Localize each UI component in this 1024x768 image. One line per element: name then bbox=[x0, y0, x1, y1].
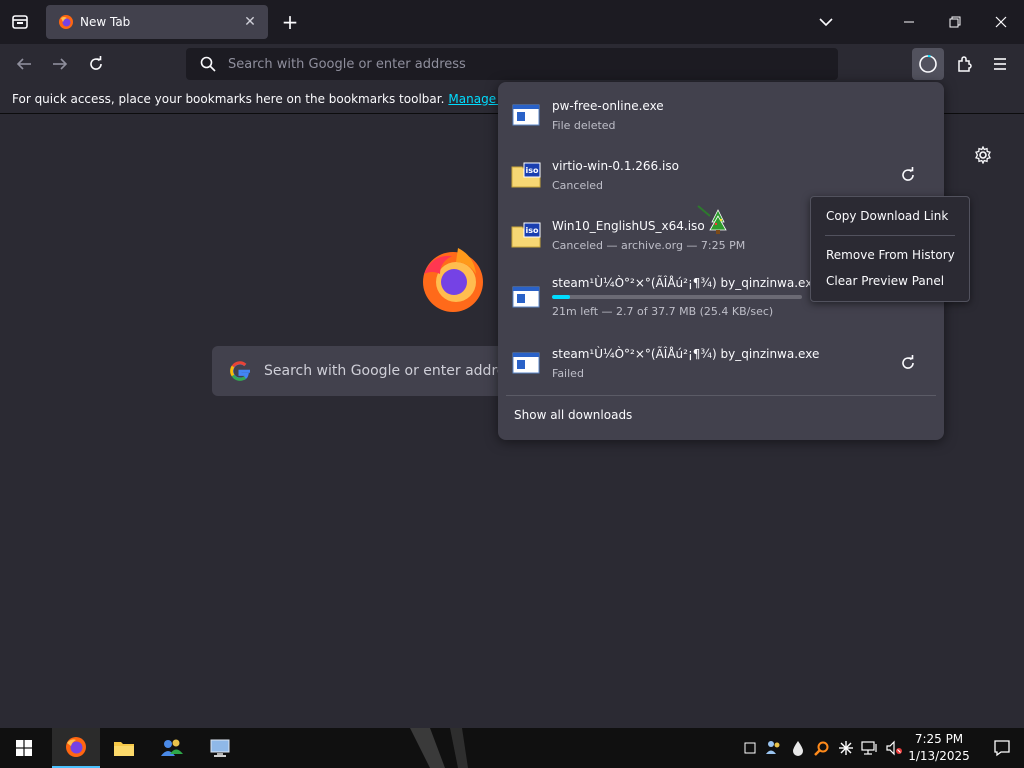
url-input[interactable] bbox=[228, 56, 788, 72]
wallpaper-silhouette bbox=[410, 728, 468, 768]
download-filename: pw-free-online.exe bbox=[552, 98, 664, 113]
restore-button[interactable] bbox=[932, 0, 978, 44]
minimize-icon bbox=[904, 21, 914, 23]
close-window-button[interactable] bbox=[978, 0, 1024, 44]
folder-icon bbox=[114, 742, 134, 756]
clear-preview-panel-menu-item[interactable]: Clear Preview Panel bbox=[811, 268, 969, 294]
download-status: Failed bbox=[552, 366, 584, 380]
tray-network-icon[interactable] bbox=[860, 738, 880, 758]
iso-file-icon: iso bbox=[511, 162, 541, 188]
retry-icon bbox=[902, 355, 914, 369]
tab-new-tab[interactable]: New Tab ✕ bbox=[46, 5, 268, 39]
reload-button[interactable] bbox=[82, 50, 110, 78]
square-icon bbox=[744, 742, 756, 754]
firefox-favicon-icon bbox=[59, 15, 73, 29]
exe-file-icon bbox=[512, 286, 540, 308]
speaker-muted-icon bbox=[886, 740, 902, 756]
taskbar-users-app[interactable] bbox=[148, 728, 196, 768]
tab-strip: New Tab ✕ + bbox=[0, 0, 1024, 44]
reload-icon bbox=[90, 56, 102, 70]
gear-icon bbox=[975, 146, 991, 164]
back-button[interactable] bbox=[10, 50, 38, 78]
notification-icon bbox=[994, 740, 1010, 757]
downloads-button[interactable] bbox=[912, 48, 944, 80]
start-button[interactable] bbox=[0, 728, 48, 768]
tray-volume-icon[interactable] bbox=[884, 738, 904, 758]
download-item[interactable]: pw-free-online.exe File deleted bbox=[506, 86, 936, 144]
tab-close-button[interactable]: ✕ bbox=[238, 10, 262, 34]
users-icon bbox=[161, 739, 183, 756]
magnifier-icon bbox=[814, 741, 829, 756]
tab-title: New Tab bbox=[80, 15, 131, 29]
google-g-icon bbox=[230, 361, 250, 381]
taskbar-firefox[interactable] bbox=[52, 728, 100, 768]
url-bar[interactable] bbox=[186, 48, 838, 80]
download-filename: steam¹Ù¼Ò°²×°(ÃÎÅú²¡¶¾) by_qinzinwa.exe bbox=[552, 346, 820, 361]
remove-from-history-menu-item[interactable]: Remove From History bbox=[811, 242, 969, 268]
taskbar-remote-desktop[interactable] bbox=[196, 728, 244, 768]
tree-cursor-icon bbox=[697, 205, 727, 234]
clock-time: 7:25 PM bbox=[914, 732, 964, 746]
forward-arrow-icon bbox=[53, 58, 68, 70]
retry-download-button[interactable] bbox=[894, 349, 922, 377]
tray-tablet-icon[interactable] bbox=[740, 738, 760, 758]
svg-text:iso: iso bbox=[526, 226, 540, 235]
action-center-button[interactable] bbox=[980, 728, 1024, 768]
clock-date: 1/13/2025 bbox=[908, 749, 970, 763]
hamburger-menu-icon bbox=[994, 58, 1006, 70]
tray-search-tool-icon[interactable] bbox=[812, 738, 832, 758]
minimize-button[interactable] bbox=[886, 0, 932, 44]
search-icon bbox=[200, 56, 216, 72]
list-all-tabs-button[interactable] bbox=[814, 10, 838, 34]
bookmarks-hint-text: For quick access, place your bookmarks h… bbox=[12, 91, 445, 106]
menu-separator bbox=[825, 235, 955, 236]
personalize-settings-button[interactable] bbox=[972, 144, 994, 166]
firefox-icon bbox=[66, 737, 86, 757]
windows-taskbar: 7:25 PM 1/13/2025 bbox=[0, 728, 1024, 768]
close-icon bbox=[995, 16, 1007, 28]
back-arrow-icon bbox=[16, 58, 31, 70]
download-context-menu: Copy Download Link Remove From History C… bbox=[810, 196, 970, 302]
network-monitor-icon bbox=[861, 741, 877, 755]
download-status: Canceled bbox=[552, 178, 604, 192]
chevron-down-icon bbox=[819, 18, 833, 27]
download-progress-bar bbox=[552, 295, 802, 299]
tray-drop-icon[interactable] bbox=[788, 738, 808, 758]
water-drop-icon bbox=[793, 741, 803, 756]
people-icon bbox=[766, 741, 780, 754]
download-status: File deleted bbox=[552, 118, 616, 132]
show-all-downloads-button[interactable]: Show all downloads bbox=[514, 408, 632, 422]
extensions-button[interactable] bbox=[950, 50, 978, 78]
download-status: 21m left — 2.7 of 37.7 MB (25.4 KB/sec) bbox=[552, 305, 774, 318]
monitor-icon bbox=[210, 739, 230, 757]
download-item[interactable]: steam¹Ù¼Ò°²×°(ÃÎÅú²¡¶¾) by_qinzinwa.exe … bbox=[506, 334, 936, 392]
retry-download-button[interactable] bbox=[894, 161, 922, 189]
firefox-view-icon bbox=[12, 15, 28, 29]
firefox-view-button[interactable] bbox=[8, 10, 32, 34]
copy-download-link-menu-item[interactable]: Copy Download Link bbox=[811, 203, 969, 229]
download-filename: virtio-win-0.1.266.iso bbox=[552, 158, 679, 173]
new-tab-button[interactable]: + bbox=[278, 10, 302, 34]
forward-button[interactable] bbox=[46, 50, 74, 78]
iso-file-icon: iso bbox=[511, 222, 541, 248]
windows-logo-icon bbox=[16, 740, 32, 756]
tray-snowflake-icon[interactable] bbox=[836, 738, 856, 758]
app-menu-button[interactable] bbox=[986, 50, 1014, 78]
exe-file-icon bbox=[512, 104, 540, 126]
svg-text:iso: iso bbox=[526, 166, 540, 175]
puzzle-icon bbox=[958, 56, 972, 72]
taskbar-clock[interactable]: 7:25 PM 1/13/2025 bbox=[906, 731, 972, 765]
tray-network-users-icon[interactable] bbox=[764, 738, 784, 758]
restore-icon bbox=[949, 16, 961, 28]
download-progress-icon bbox=[919, 54, 937, 73]
asterisk-icon bbox=[839, 741, 853, 755]
navigation-toolbar bbox=[0, 44, 1024, 84]
panel-divider bbox=[506, 395, 936, 396]
retry-icon bbox=[902, 167, 914, 181]
firefox-logo-icon bbox=[423, 248, 483, 312]
exe-file-icon bbox=[512, 352, 540, 374]
taskbar-file-explorer[interactable] bbox=[100, 728, 148, 768]
download-progress-fill bbox=[552, 295, 570, 299]
